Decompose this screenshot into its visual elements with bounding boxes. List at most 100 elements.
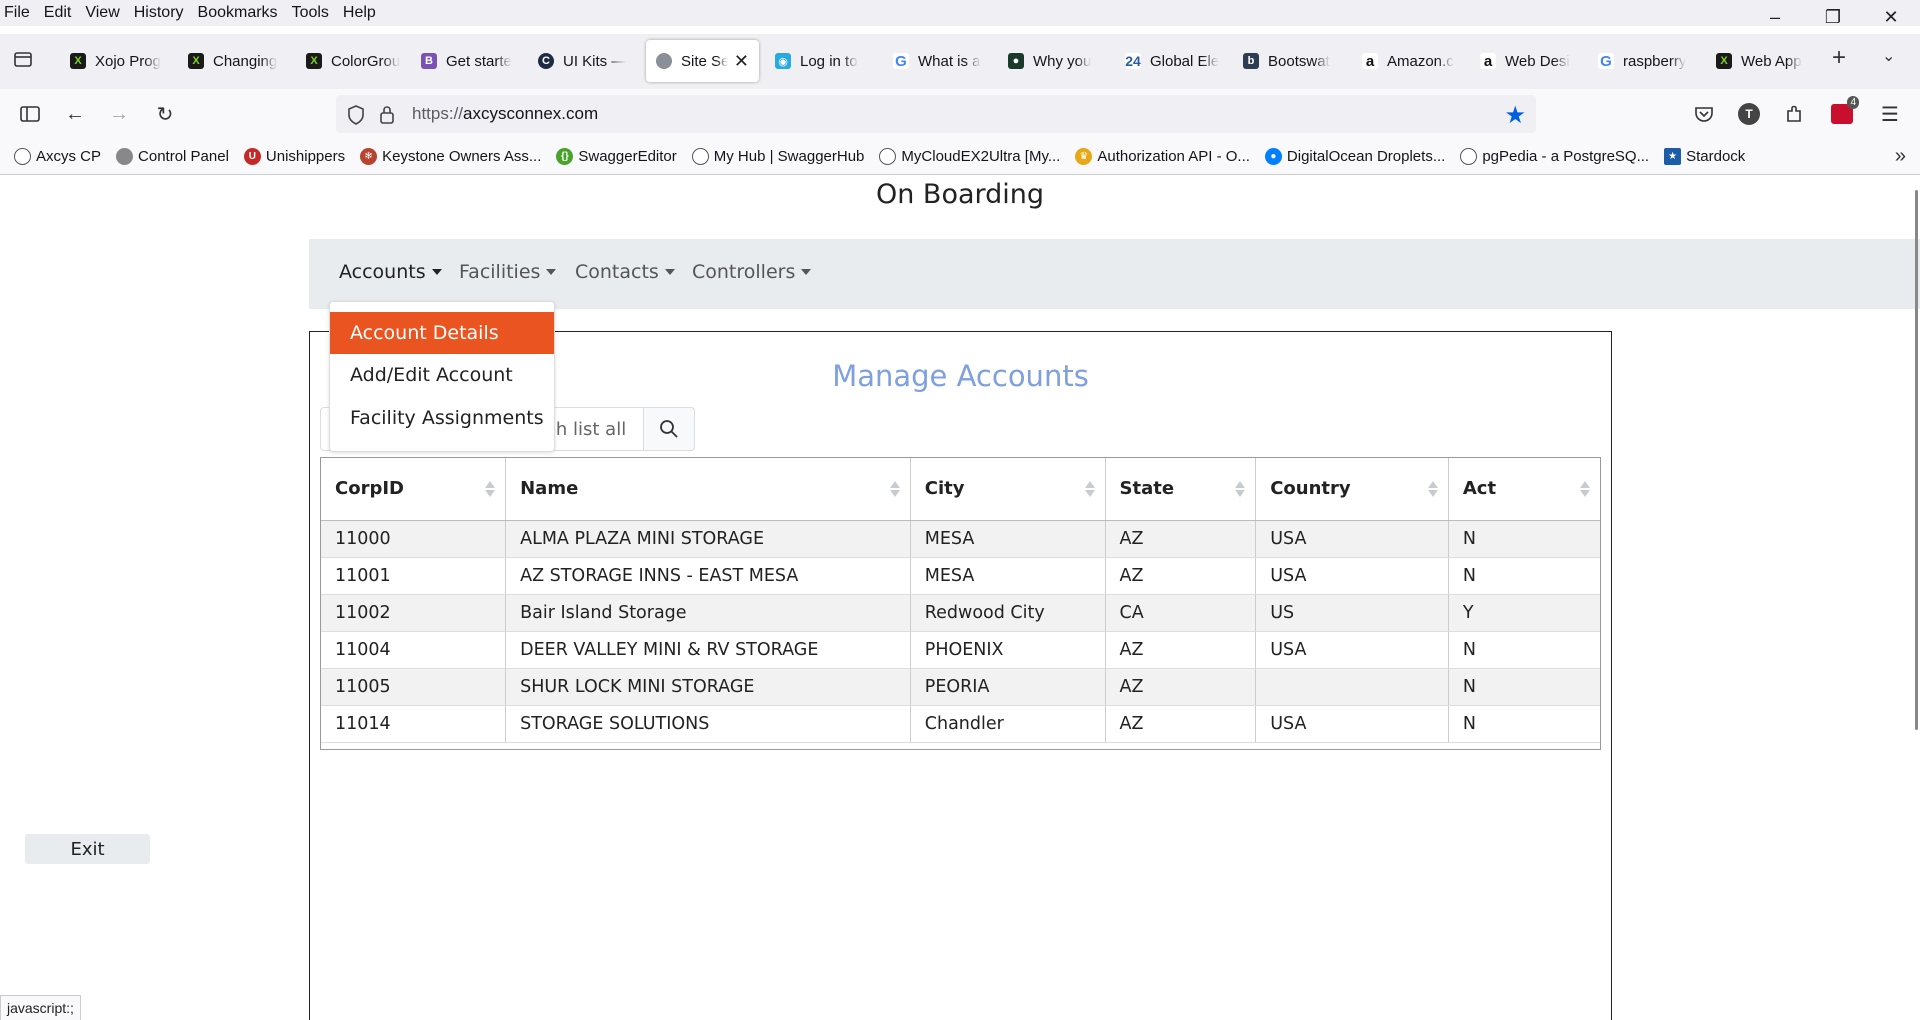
table-row[interactable]: 11002 Bair Island Storage Redwood City CA US… [321, 594, 1600, 632]
menu-edit[interactable]: Edit [37, 4, 79, 22]
bookmark-swaggereditor[interactable]: {} SwaggerEditor [556, 148, 677, 165]
cell-state: AZ [1105, 668, 1257, 706]
cell-country: USA [1255, 557, 1449, 595]
menu-help[interactable]: Help [336, 4, 383, 22]
col-country[interactable]: Country [1255, 458, 1449, 521]
menu-item-add-edit-account[interactable]: Add/Edit Account [330, 354, 554, 396]
bookmark-keystone[interactable]: ❄ Keystone Owners Ass... [360, 148, 541, 165]
tab-site-se[interactable]: Site Se ✕ [646, 40, 759, 82]
menu-item-facility-assignments[interactable]: Facility Assignments [330, 397, 554, 439]
tab-get-started[interactable]: B Get starte [421, 40, 517, 82]
url-text[interactable]: https://axcysconnex.com [412, 104, 598, 124]
col-act[interactable]: Act [1448, 458, 1600, 521]
tab-web-design[interactable]: a Web Desi [1480, 40, 1572, 82]
bookmark-swaggerhub[interactable]: My Hub | SwaggerHub [691, 148, 864, 165]
minimize-icon[interactable]: – [1746, 0, 1804, 34]
menu-file[interactable]: File [0, 4, 37, 22]
menu-view[interactable]: View [78, 4, 126, 22]
page-scrollbar[interactable] [1915, 190, 1918, 730]
cell-name: STORAGE SOLUTIONS [505, 705, 911, 743]
tab-bar: X Xojo Prog X Changing X ColorGrou B Get… [0, 34, 1920, 89]
new-tab-icon[interactable]: + [1832, 44, 1846, 72]
account-avatar-icon[interactable]: T [1735, 100, 1763, 128]
cell-state: AZ [1105, 520, 1257, 558]
tab-bootswatch[interactable]: b Bootswat [1243, 40, 1339, 82]
back-icon[interactable]: ← [61, 100, 89, 128]
keystone-icon: ❄ [360, 148, 378, 165]
nav-controllers[interactable]: Controllers [692, 261, 812, 283]
close-tab-icon[interactable]: ✕ [734, 51, 749, 72]
chevron-down-icon [801, 269, 812, 275]
sidebar-icon[interactable] [16, 100, 44, 128]
cell-act: N [1448, 668, 1600, 706]
table-row[interactable]: 11014 STORAGE SOLUTIONS Chandler AZ USA N [321, 705, 1600, 743]
cell-act: N [1448, 520, 1600, 558]
bookmark-mycloud[interactable]: MyCloudEX2Ultra [My... [879, 148, 1060, 165]
search-button[interactable] [643, 407, 695, 451]
tab-why-you[interactable]: ● Why you [1008, 40, 1104, 82]
amazon-icon: a [1362, 53, 1378, 70]
nav-accounts[interactable]: Accounts [339, 261, 442, 283]
table-row[interactable]: 11000 ALMA PLAZA MINI STORAGE MESA AZ USA N [321, 520, 1600, 558]
table-row[interactable]: 11004 DEER VALLEY MINI & RV STORAGE PHOENI… [321, 631, 1600, 669]
addon-badge-count: 4 [1847, 96, 1859, 109]
cell-act: N [1448, 631, 1600, 669]
tab-log-in[interactable]: ◉ Log in to [775, 40, 871, 82]
cell-country: USA [1255, 631, 1449, 669]
bookmark-star-icon[interactable]: ★ [1504, 101, 1526, 130]
cell-city: Chandler [910, 705, 1106, 743]
table-row[interactable]: 11001 AZ STORAGE INNS - EAST MESA MESA AZ US… [321, 557, 1600, 595]
nav-contacts[interactable]: Contacts [575, 261, 675, 283]
tab-global-ele[interactable]: 24 Global Ele [1125, 40, 1223, 82]
col-state[interactable]: State [1105, 458, 1257, 521]
tab-what-is-a[interactable]: G What is a [893, 40, 991, 82]
bookmark-control-panel[interactable]: Control Panel [116, 148, 229, 165]
tab-raspberry[interactable]: G raspberry [1598, 40, 1694, 82]
lock-icon[interactable] [378, 103, 396, 130]
url-host: axcysconnex.com [463, 104, 599, 123]
reload-icon[interactable]: ↻ [151, 100, 179, 128]
tracking-protection-icon[interactable] [346, 104, 366, 131]
search-icon [660, 420, 678, 438]
status-bar: javascript:; [0, 995, 81, 1020]
bookmark-axcys-cp[interactable]: Axcys CP [14, 148, 101, 165]
cell-state: CA [1105, 594, 1257, 632]
col-name[interactable]: Name [505, 458, 911, 521]
table-row[interactable]: 11005 SHUR LOCK MINI STORAGE PEORIA AZ N [321, 668, 1600, 706]
col-city[interactable]: City [910, 458, 1106, 521]
bookmark-pgpedia[interactable]: pgPedia - a PostgreSQ... [1460, 148, 1649, 165]
bookmark-digitalocean[interactable]: ● DigitalOcean Droplets... [1264, 148, 1445, 165]
list-all-tabs-icon[interactable]: ⌄ [1882, 46, 1895, 66]
menu-history[interactable]: History [127, 4, 191, 22]
forward-icon[interactable]: → [105, 100, 133, 128]
hamburger-menu-icon[interactable]: ☰ [1876, 100, 1904, 128]
address-bar[interactable]: https://axcysconnex.com ★ [336, 95, 1536, 133]
col-corpid[interactable]: CorpID [321, 458, 507, 521]
chevron-down-icon [546, 269, 557, 275]
uikits-icon: C [538, 53, 554, 69]
menu-item-account-details[interactable]: Account Details [330, 312, 554, 354]
addon-badge-icon[interactable]: 4 [1828, 96, 1859, 128]
exit-button[interactable]: Exit [25, 834, 150, 864]
tab-amazon[interactable]: a Amazon.c [1362, 40, 1454, 82]
tab-colorgroup[interactable]: X ColorGrou [306, 40, 402, 82]
tab-changing[interactable]: X Changing [188, 40, 288, 82]
more-bookmarks-icon[interactable]: » [1895, 145, 1906, 168]
tab-ui-kits[interactable]: C UI Kits — [538, 40, 628, 82]
tab-xojo-prog[interactable]: X Xojo Prog [70, 40, 166, 82]
cell-city: MESA [910, 520, 1106, 558]
pocket-icon[interactable] [1690, 100, 1718, 128]
tab-web-app[interactable]: X Web App [1716, 40, 1808, 82]
bookmark-unishippers[interactable]: U Unishippers [243, 148, 345, 165]
extensions-icon[interactable] [1780, 100, 1808, 128]
bookmark-authorization-api[interactable]: ♛ Authorization API - O... [1075, 148, 1250, 165]
menu-tools[interactable]: Tools [285, 4, 336, 22]
nav-facilities[interactable]: Facilities [459, 261, 557, 283]
firefox-view-icon[interactable] [12, 48, 34, 75]
bookmark-stardock[interactable]: ★ Stardock [1664, 148, 1745, 165]
menu-bookmarks[interactable]: Bookmarks [191, 4, 285, 22]
cell-corpid: 11005 [321, 668, 507, 706]
close-window-icon[interactable]: ✕ [1862, 0, 1920, 34]
restore-icon[interactable]: ❐ [1804, 0, 1862, 34]
unishippers-icon: U [243, 148, 261, 165]
